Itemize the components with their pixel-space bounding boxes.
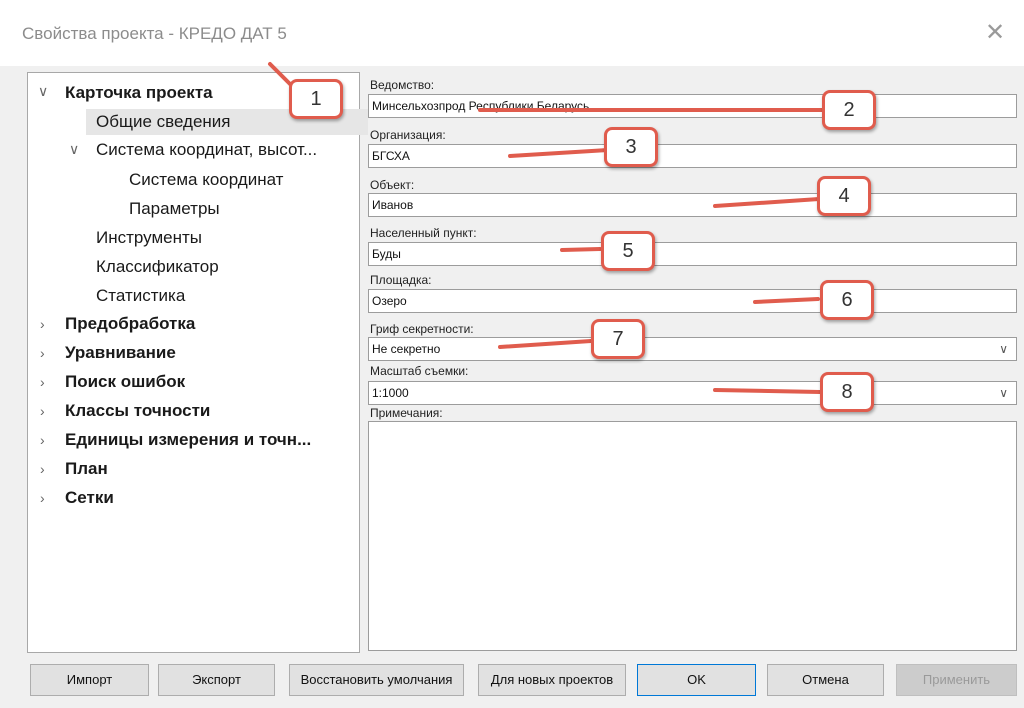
notes-textarea[interactable] xyxy=(368,421,1017,651)
chevron-down-icon[interactable]: ∨ xyxy=(38,83,52,100)
tree-item-classifier[interactable]: Классификатор xyxy=(96,254,219,280)
callout-2: 2 xyxy=(822,90,876,130)
tree-item-plan[interactable]: План xyxy=(65,456,108,482)
tree-item-coord-system[interactable]: Система координат xyxy=(129,167,283,193)
secrecy-label: Гриф секретности: xyxy=(370,322,474,336)
for-new-projects-button[interactable]: Для новых проектов xyxy=(478,664,626,696)
tree-item-grids[interactable]: Сетки xyxy=(65,485,114,511)
chevron-right-icon[interactable]: › xyxy=(40,374,54,390)
tree-item-units-accuracy[interactable]: Единицы измерения и точн... xyxy=(65,427,311,453)
cancel-button[interactable]: Отмена xyxy=(767,664,884,696)
import-button[interactable]: Импорт xyxy=(30,664,149,696)
object-label: Объект: xyxy=(370,178,415,192)
tree-item-project-card[interactable]: Карточка проекта xyxy=(65,80,213,106)
chevron-down-icon[interactable]: ∨ xyxy=(999,382,1008,404)
chevron-right-icon[interactable]: › xyxy=(40,316,54,332)
secrecy-value: Не секретно xyxy=(372,342,441,356)
ok-button[interactable]: OK xyxy=(637,664,756,696)
apply-button[interactable]: Применить xyxy=(896,664,1017,696)
tree-item-coord-system-heights[interactable]: Система координат, высот... xyxy=(96,137,317,163)
object-field[interactable]: Иванов xyxy=(368,193,1017,217)
chevron-down-icon[interactable]: ∨ xyxy=(999,338,1008,360)
scale-label: Масштаб съемки: xyxy=(370,364,469,378)
organization-label: Организация: xyxy=(370,128,446,142)
callout-3: 3 xyxy=(604,127,658,167)
callout-4: 4 xyxy=(817,176,871,216)
tree-item-statistics[interactable]: Статистика xyxy=(96,283,185,309)
chevron-right-icon[interactable]: › xyxy=(40,461,54,477)
tree-item-instruments[interactable]: Инструменты xyxy=(96,225,202,251)
callout-7: 7 xyxy=(591,319,645,359)
notes-label: Примечания: xyxy=(370,406,443,420)
settings-tree[interactable]: ∨ Карточка проекта Общие сведения ∨ Сист… xyxy=(27,72,368,653)
tree-item-accuracy-classes[interactable]: Классы точности xyxy=(65,398,210,424)
tree-item-adjustment[interactable]: Уравнивание xyxy=(65,340,176,366)
title-bar: Свойства проекта - КРЕДО ДАТ 5 ✕ xyxy=(0,0,1024,66)
settlement-label: Населенный пункт: xyxy=(370,226,477,240)
chevron-down-icon[interactable]: ∨ xyxy=(69,141,83,158)
chevron-right-icon[interactable]: › xyxy=(40,432,54,448)
callout-1: 1 xyxy=(289,79,343,119)
secrecy-select[interactable]: Не секретно ∨ xyxy=(368,337,1017,361)
organization-field[interactable]: БГСХА xyxy=(368,144,1017,168)
tree-item-error-search[interactable]: Поиск ошибок xyxy=(65,369,185,395)
department-label: Ведомство: xyxy=(370,78,435,92)
settlement-field[interactable]: Буды xyxy=(368,242,1017,266)
tree-item-preprocessing[interactable]: Предобработка xyxy=(65,311,195,337)
scale-select[interactable]: 1:1000 ∨ xyxy=(368,381,1017,405)
scale-value: 1:1000 xyxy=(372,386,409,400)
callout-5: 5 xyxy=(601,231,655,271)
chevron-right-icon[interactable]: › xyxy=(40,345,54,361)
restore-defaults-button[interactable]: Восстановить умолчания xyxy=(289,664,464,696)
window-title: Свойства проекта - КРЕДО ДАТ 5 xyxy=(22,24,287,43)
site-label: Площадка: xyxy=(370,273,432,287)
export-button[interactable]: Экспорт xyxy=(158,664,275,696)
chevron-right-icon[interactable]: › xyxy=(40,490,54,506)
tree-item-parameters[interactable]: Параметры xyxy=(129,196,220,222)
callout-8: 8 xyxy=(820,372,874,412)
close-icon[interactable]: ✕ xyxy=(980,18,1010,48)
department-field[interactable]: Минсельхозпрод Республики Беларусь xyxy=(368,94,1017,118)
site-field[interactable]: Озеро xyxy=(368,289,1017,313)
chevron-right-icon[interactable]: › xyxy=(40,403,54,419)
callout-6: 6 xyxy=(820,280,874,320)
